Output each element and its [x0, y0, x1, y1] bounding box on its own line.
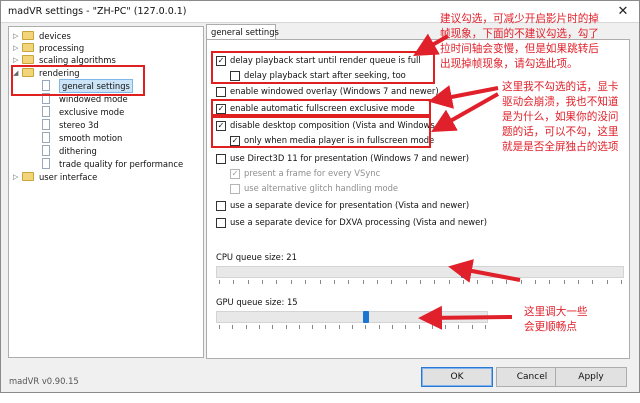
arrow-cpu-queue	[448, 259, 521, 283]
annotation-line: 驱动会崩溃，我也不知道	[502, 96, 619, 108]
annotation-line: 会更顺畅点	[524, 321, 577, 333]
annotation-line: 帧现象，下面的不建议勾选，勾了	[440, 28, 599, 40]
annotation-delay: 建议勾选，可减少开启影片时的掉 帧现象，下面的不建议勾选，勾了 拉时间轴会变慢，…	[440, 12, 599, 72]
annotation-queue: 这里调大一些 会更顺畅点	[524, 305, 588, 335]
annotation-line: 这里我不勾选的话，显卡	[502, 81, 619, 93]
annotation-exclusive: 这里我不勾选的话，显卡 驱动会崩溃，我也不知道 是为什么，如果你的没问 题的话，…	[502, 80, 619, 155]
annotation-line: 是为什么，如果你的没问	[502, 111, 619, 123]
annotation-line: 出现掉帧现象，请勾选此项。	[440, 58, 578, 70]
annotation-line: 题的话，可以不勾，这里	[502, 126, 619, 138]
annotation-line: 就是是否全屏独占的选项	[502, 141, 619, 153]
arrow-gpu-queue	[418, 305, 513, 330]
annotation-line: 建议勾选，可减少开启影片时的掉	[440, 13, 599, 25]
annotation-line: 这里调大一些	[524, 306, 588, 318]
annotation-line: 拉时间轴会变慢，但是如果跳转后	[440, 43, 599, 55]
